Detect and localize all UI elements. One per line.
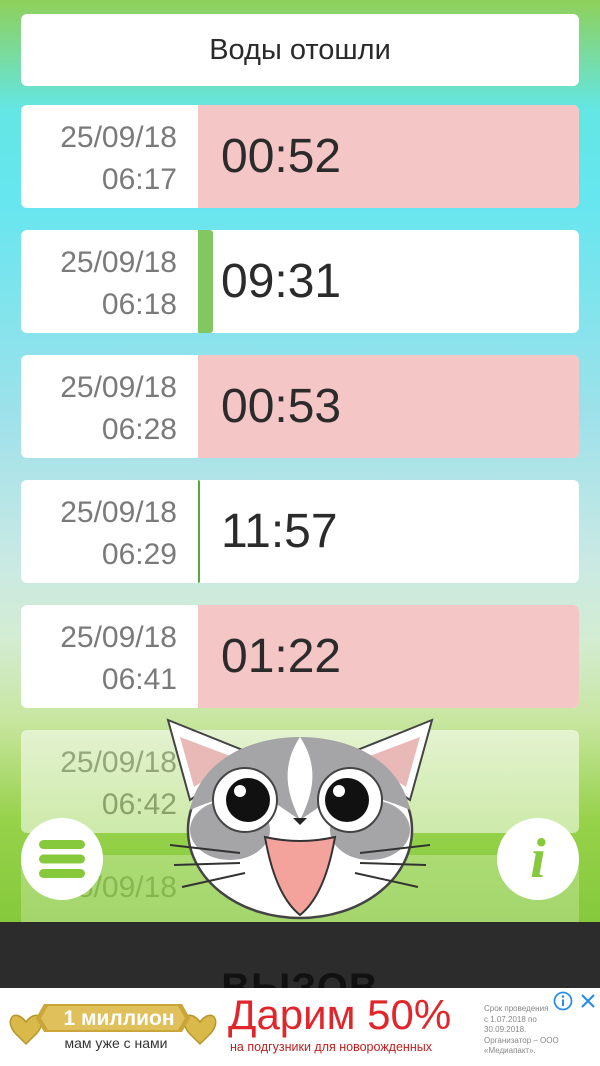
list-item[interactable]: 25/09/18 06:29 11:57 [21, 480, 579, 583]
info-icon: i [530, 828, 546, 890]
row-date: 25/09/18 [60, 621, 177, 654]
row-time: 06:41 [101, 663, 177, 696]
ad-fine-line: Организатор – ООО [484, 1035, 559, 1045]
row-timestamp: 25/09/18 06:29 [21, 480, 198, 583]
menu-button[interactable] [21, 818, 103, 900]
ad-fine-line: «Медиапакт». [484, 1046, 536, 1055]
ad-fine-line: Срок проведения [484, 1004, 549, 1013]
row-time: 06:29 [101, 538, 177, 571]
ad-subline: на подгузники для новорожденных [230, 1040, 432, 1054]
row-date: 25/09/18 [60, 496, 177, 529]
row-date: 25/09/18 [60, 746, 177, 779]
ad-badge-line2: мам уже с нами [64, 1035, 168, 1051]
ad-close-icon[interactable] [578, 991, 598, 1011]
row-date: 25/09/18 [60, 371, 177, 404]
ad-fine-line: с 1.07.2018 по 30.09.2018. [484, 1014, 537, 1035]
row-timestamp: 25/09/18 06:41 [21, 605, 198, 708]
list-item[interactable]: 25/09/18 06:28 00:53 [21, 355, 579, 458]
row-duration: 00:52 [198, 105, 579, 208]
row-time: 06:18 [101, 288, 177, 321]
list-item[interactable]: 25/09/18 06:41 01:22 [21, 605, 579, 708]
row-duration: 11:57 [221, 505, 338, 558]
app-background: Воды отошли 25/09/18 06:17 00:52 25/09/1… [0, 0, 600, 922]
cat-mascot-icon[interactable] [160, 715, 440, 922]
row-timestamp: 25/09/18 06:18 [21, 230, 198, 333]
row-duration: 01:22 [198, 605, 579, 708]
water-broke-label: Воды отошли [209, 33, 391, 66]
ad-badge-line1: 1 миллион [63, 1007, 175, 1030]
list-item[interactable]: 25/09/18 06:18 09:31 [21, 230, 579, 333]
row-time: 06:28 [101, 413, 177, 446]
row-time: 06:42 [101, 788, 177, 821]
row-time: 06:17 [101, 163, 177, 196]
info-button[interactable]: i [497, 818, 579, 900]
water-broke-button[interactable]: Воды отошли [21, 14, 579, 86]
call-button-label[interactable]: ВЫЗОВ [0, 966, 600, 988]
hamburger-menu-icon [39, 840, 85, 878]
row-timestamp: 25/09/18 06:28 [21, 355, 198, 458]
list-item[interactable]: 25/09/18 06:17 00:52 [21, 105, 579, 208]
row-date: 25/09/18 [60, 121, 177, 154]
call-panel: ВЫЗОВ [0, 922, 600, 988]
ad-headline: Дарим 50% [228, 991, 452, 1038]
row-duration: 09:31 [221, 255, 342, 308]
ad-fine-print: Срок проведения с 1.07.2018 по 30.09.201… [484, 1004, 564, 1057]
row-timestamp: 25/09/18 06:17 [21, 105, 198, 208]
ad-banner[interactable]: 1 миллион мам уже с нами Дарим 50% на по… [0, 988, 600, 1066]
row-duration: 00:53 [198, 355, 579, 458]
ad-info-icon[interactable] [553, 991, 573, 1011]
row-date: 25/09/18 [60, 246, 177, 279]
